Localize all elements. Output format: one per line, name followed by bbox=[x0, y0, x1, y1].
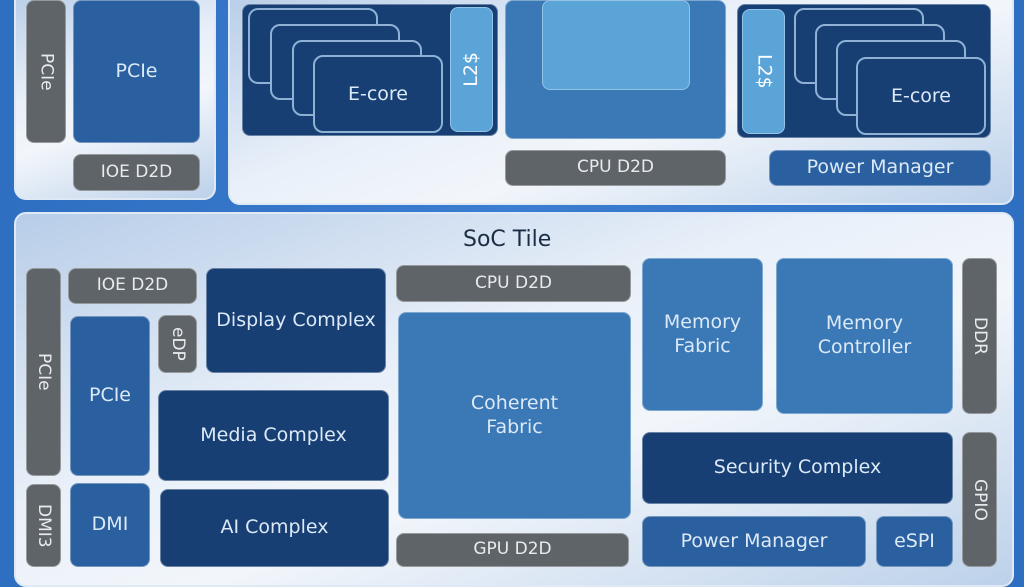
label: Memory Fabric bbox=[663, 310, 742, 357]
label: Power Manager bbox=[680, 529, 828, 552]
pcie-block: PCIe bbox=[70, 316, 150, 476]
pcore-inner bbox=[542, 0, 690, 90]
soc-tile-title: SoC Tile bbox=[463, 227, 552, 252]
cpu-d2d-block: CPU D2D bbox=[505, 150, 726, 186]
ddr-block: DDR bbox=[962, 258, 997, 414]
label: GPU D2D bbox=[473, 539, 552, 560]
edp-block: eDP bbox=[158, 315, 197, 373]
label: IOE D2D bbox=[96, 275, 169, 296]
label: Coherent Fabric bbox=[470, 391, 559, 438]
label: PCIe bbox=[115, 59, 158, 82]
power-manager-cpu: Power Manager bbox=[769, 150, 991, 186]
label: L2$ bbox=[459, 52, 482, 87]
gpio-block: GPIO bbox=[962, 432, 997, 567]
l2-cache-left: L2$ bbox=[450, 7, 493, 132]
gpu-d2d-block: GPU D2D bbox=[396, 533, 629, 567]
label: GPIO bbox=[970, 478, 991, 521]
label: eDP bbox=[168, 327, 189, 361]
label: CPU D2D bbox=[475, 272, 552, 293]
label: Media Complex bbox=[200, 423, 347, 446]
label: PCIe bbox=[34, 353, 55, 391]
ai-complex: AI Complex bbox=[160, 489, 389, 567]
label: Power Manager bbox=[806, 156, 954, 179]
pcie-port-block: PCIe bbox=[26, 268, 61, 476]
label: E-core bbox=[890, 85, 951, 107]
coherent-fabric: Coherent Fabric bbox=[398, 312, 631, 519]
label: eSPI bbox=[894, 529, 935, 552]
label: PCIe bbox=[36, 52, 57, 91]
ecore-right: E-core bbox=[856, 57, 986, 135]
ioe-d2d-block: IOE D2D bbox=[68, 268, 197, 304]
label: DMI bbox=[91, 513, 129, 536]
label: Display Complex bbox=[216, 308, 376, 331]
ioe-d2d-block: IOE D2D bbox=[73, 154, 200, 191]
label: L2$ bbox=[753, 54, 776, 89]
pcie-port-block: PCIe bbox=[26, 0, 66, 143]
dmi3-block: DMI3 bbox=[26, 484, 61, 567]
label: DDR bbox=[970, 317, 991, 355]
display-complex: Display Complex bbox=[206, 268, 386, 373]
dmi-block: DMI bbox=[70, 483, 150, 567]
label: DMI3 bbox=[34, 503, 55, 548]
label: Security Complex bbox=[713, 456, 882, 479]
label: AI Complex bbox=[220, 516, 329, 539]
l2-cache-right: L2$ bbox=[742, 9, 785, 134]
espi-block: eSPI bbox=[876, 516, 953, 567]
label: PCIe bbox=[88, 384, 132, 407]
ecore-left: E-core bbox=[313, 55, 443, 133]
memory-controller: Memory Controller bbox=[776, 258, 953, 414]
security-complex: Security Complex bbox=[642, 432, 953, 504]
label: IOE D2D bbox=[100, 161, 173, 182]
media-complex: Media Complex bbox=[158, 390, 389, 481]
memory-fabric: Memory Fabric bbox=[642, 258, 763, 411]
pcie-block: PCIe bbox=[73, 0, 200, 143]
label: CPU D2D bbox=[577, 157, 654, 178]
label: E-core bbox=[347, 83, 408, 105]
label: Memory Controller bbox=[817, 312, 912, 358]
power-manager-soc: Power Manager bbox=[642, 516, 866, 567]
cpu-d2d-block: CPU D2D bbox=[396, 265, 631, 302]
